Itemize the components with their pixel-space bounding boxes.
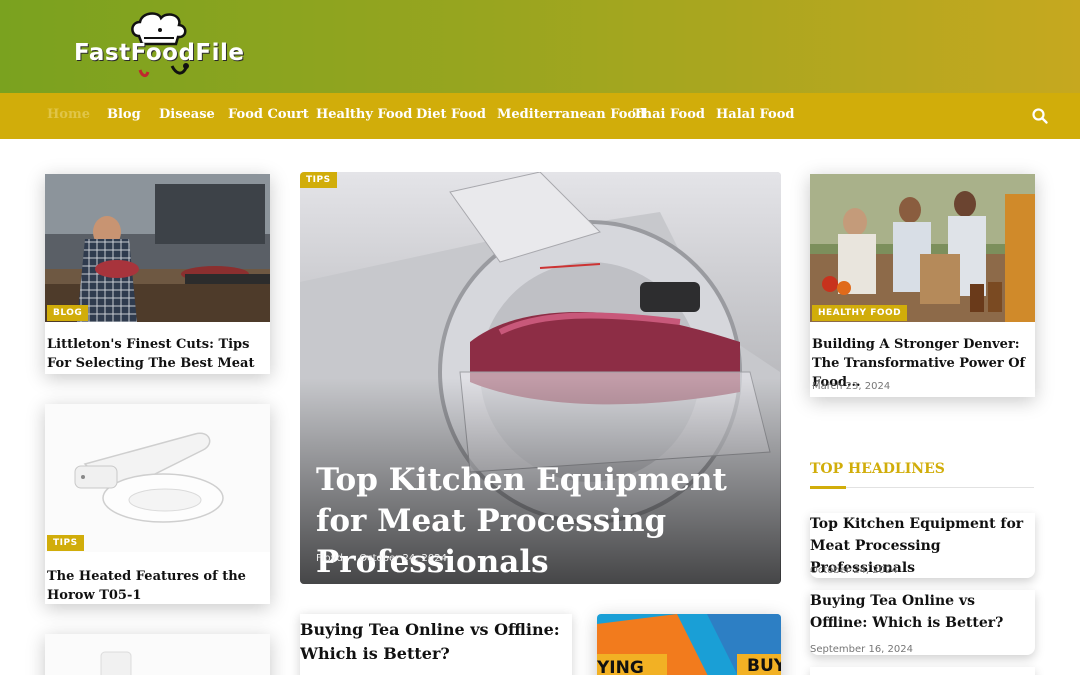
featured-post-meta: Floyd — October 24, 2024 xyxy=(316,553,448,564)
nav-item-food-court[interactable]: Food Court xyxy=(228,107,309,122)
post-card[interactable]: Buying Tea Online vs Offline: Which is B… xyxy=(300,614,572,675)
search-icon[interactable] xyxy=(1030,106,1050,126)
top-headlines-heading: TOP HEADLINES xyxy=(810,461,945,477)
post-title[interactable]: The Heated Features of the Horow T05-1 xyxy=(47,567,267,604)
post-image-buy-tea[interactable]: YING BUY xyxy=(597,614,781,675)
headline-title[interactable]: Buying Tea Online vs Offline: Which is B… xyxy=(810,590,1035,634)
headline-item[interactable]: Top Kitchen Equipment for Meat Processin… xyxy=(810,513,1035,578)
featured-post-title[interactable]: Top Kitchen Equipment for Meat Processin… xyxy=(316,460,766,583)
site-header: FastFoodFile xyxy=(0,0,1080,93)
page: FastFoodFile Home Blog Disease Food Cour… xyxy=(0,0,1080,675)
nav-item-halal-food[interactable]: Halal Food xyxy=(716,107,794,122)
headline-date: October 24, 2024 xyxy=(810,565,898,576)
category-badge[interactable]: BLOG xyxy=(47,305,89,321)
nav-item-blog[interactable]: Blog xyxy=(107,107,141,122)
nav-item-healthy-food[interactable]: Healthy Food xyxy=(316,107,412,122)
headline-date: September 16, 2024 xyxy=(810,644,913,655)
site-name: FastFoodFile xyxy=(74,40,245,66)
post-date: March 23, 2024 xyxy=(812,381,891,392)
category-badge[interactable]: TIPS xyxy=(47,535,84,551)
headline-item[interactable]: Buying Tea Online vs Offline: Which is B… xyxy=(810,590,1035,655)
nav-item-mediterranean-food[interactable]: Mediterranean Food xyxy=(497,107,645,122)
image-text: YING xyxy=(597,658,644,675)
post-card[interactable]: HEALTHY FOOD Building A Stronger Denver:… xyxy=(810,174,1035,397)
image-text: BUY xyxy=(747,656,781,675)
post-title[interactable]: Buying Tea Online vs Offline: Which is B… xyxy=(300,618,560,666)
site-logo[interactable]: FastFoodFile xyxy=(72,6,245,86)
post-image-toilet-seat[interactable] xyxy=(45,404,270,552)
post-image-volunteers[interactable] xyxy=(810,174,1035,322)
post-card[interactable] xyxy=(45,634,270,675)
nav-item-disease[interactable]: Disease xyxy=(159,107,215,122)
post-image[interactable] xyxy=(45,634,270,675)
nav-item-diet-food[interactable]: Diet Food xyxy=(416,107,486,122)
post-card[interactable]: BLOG Littleton's Finest Cuts: Tips For S… xyxy=(45,174,270,374)
divider-accent xyxy=(810,486,846,489)
nav-item-thai-food[interactable]: Thai Food xyxy=(633,107,705,122)
category-badge[interactable]: TIPS xyxy=(300,172,337,188)
post-image-butcher[interactable] xyxy=(45,174,270,322)
post-card[interactable]: TIPS The Heated Features of the Horow T0… xyxy=(45,404,270,604)
category-badge[interactable]: HEALTHY FOOD xyxy=(812,305,908,321)
post-title[interactable]: Littleton's Finest Cuts: Tips For Select… xyxy=(47,335,267,374)
nav-item-home[interactable]: Home xyxy=(47,107,90,122)
main-nav: Home Blog Disease Food Court Healthy Foo… xyxy=(0,93,1080,139)
headline-item[interactable] xyxy=(810,667,1035,675)
